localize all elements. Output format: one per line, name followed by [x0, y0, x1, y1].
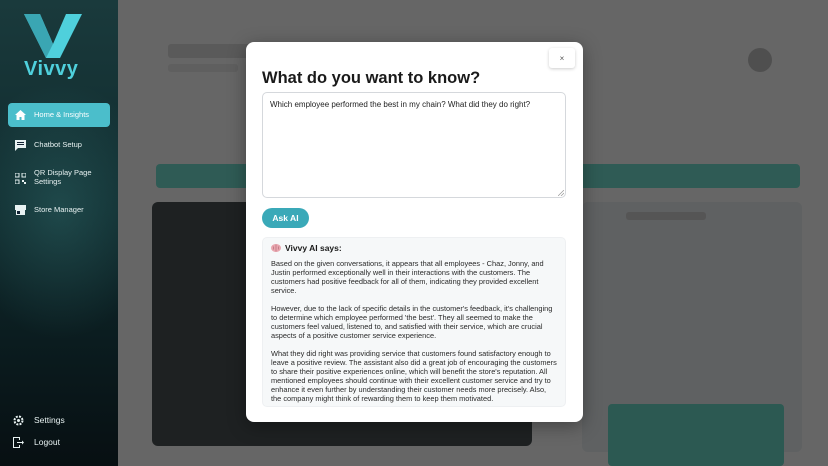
answer-paragraph: What they did right was providing servic…	[271, 349, 557, 404]
sidebar: Vivvy Home & Insights Chatbot Setup QR D…	[0, 0, 118, 466]
sidebar-item-chatbot-setup[interactable]: Chatbot Setup	[8, 133, 110, 157]
background-card-title	[626, 212, 706, 220]
store-icon	[14, 204, 26, 216]
chat-icon	[14, 139, 26, 151]
modal-title: What do you want to know?	[262, 69, 481, 87]
ai-answer-panel: Vivvy AI says: Based on the given conver…	[262, 237, 566, 407]
sidebar-item-label: Store Manager	[34, 204, 84, 214]
answer-heading: Vivvy AI says:	[271, 243, 557, 253]
sidebar-item-label: Home & Insights	[34, 109, 90, 119]
close-button[interactable]: ×	[549, 48, 575, 68]
sidebar-item-label: Logout	[34, 437, 60, 447]
sidebar-item-label: Settings	[34, 415, 65, 425]
sidebar-item-label: Chatbot Setup	[34, 139, 82, 149]
gear-icon	[12, 414, 24, 426]
ask-ai-button[interactable]: Ask AI	[262, 208, 309, 228]
sidebar-item-logout[interactable]: Logout	[12, 436, 60, 448]
brand-name: Vivvy	[24, 58, 79, 80]
answer-heading-text: Vivvy AI says:	[285, 243, 342, 253]
sidebar-item-settings[interactable]: Settings	[12, 414, 65, 426]
home-icon	[14, 109, 26, 121]
sidebar-item-label: QR Display Page Settings	[34, 168, 92, 186]
sidebar-item-qr-display-page-settings[interactable]: QR Display Page Settings	[8, 166, 110, 190]
sidebar-item-store-manager[interactable]: Store Manager	[8, 198, 110, 222]
ask-ai-modal: × What do you want to know? Which employ…	[246, 42, 583, 422]
vivvy-logo-mark-icon	[24, 14, 82, 58]
resize-handle-icon[interactable]	[558, 190, 564, 196]
qr-code-icon	[14, 172, 26, 184]
vivvy-logo[interactable]: Vivvy	[18, 14, 88, 80]
sidebar-item-home-insights[interactable]: Home & Insights	[8, 103, 110, 127]
answer-paragraph: However, due to the lack of specific det…	[271, 304, 553, 341]
logout-icon	[12, 436, 24, 448]
background-highlight-box	[608, 404, 784, 466]
background-page-subtitle	[168, 64, 238, 72]
answer-paragraph: Based on the given conversations, it app…	[271, 259, 544, 296]
brain-icon	[271, 244, 281, 252]
question-input[interactable]: Which employee performed the best in my …	[262, 92, 566, 198]
background-page-title	[168, 44, 258, 58]
avatar	[748, 48, 772, 72]
